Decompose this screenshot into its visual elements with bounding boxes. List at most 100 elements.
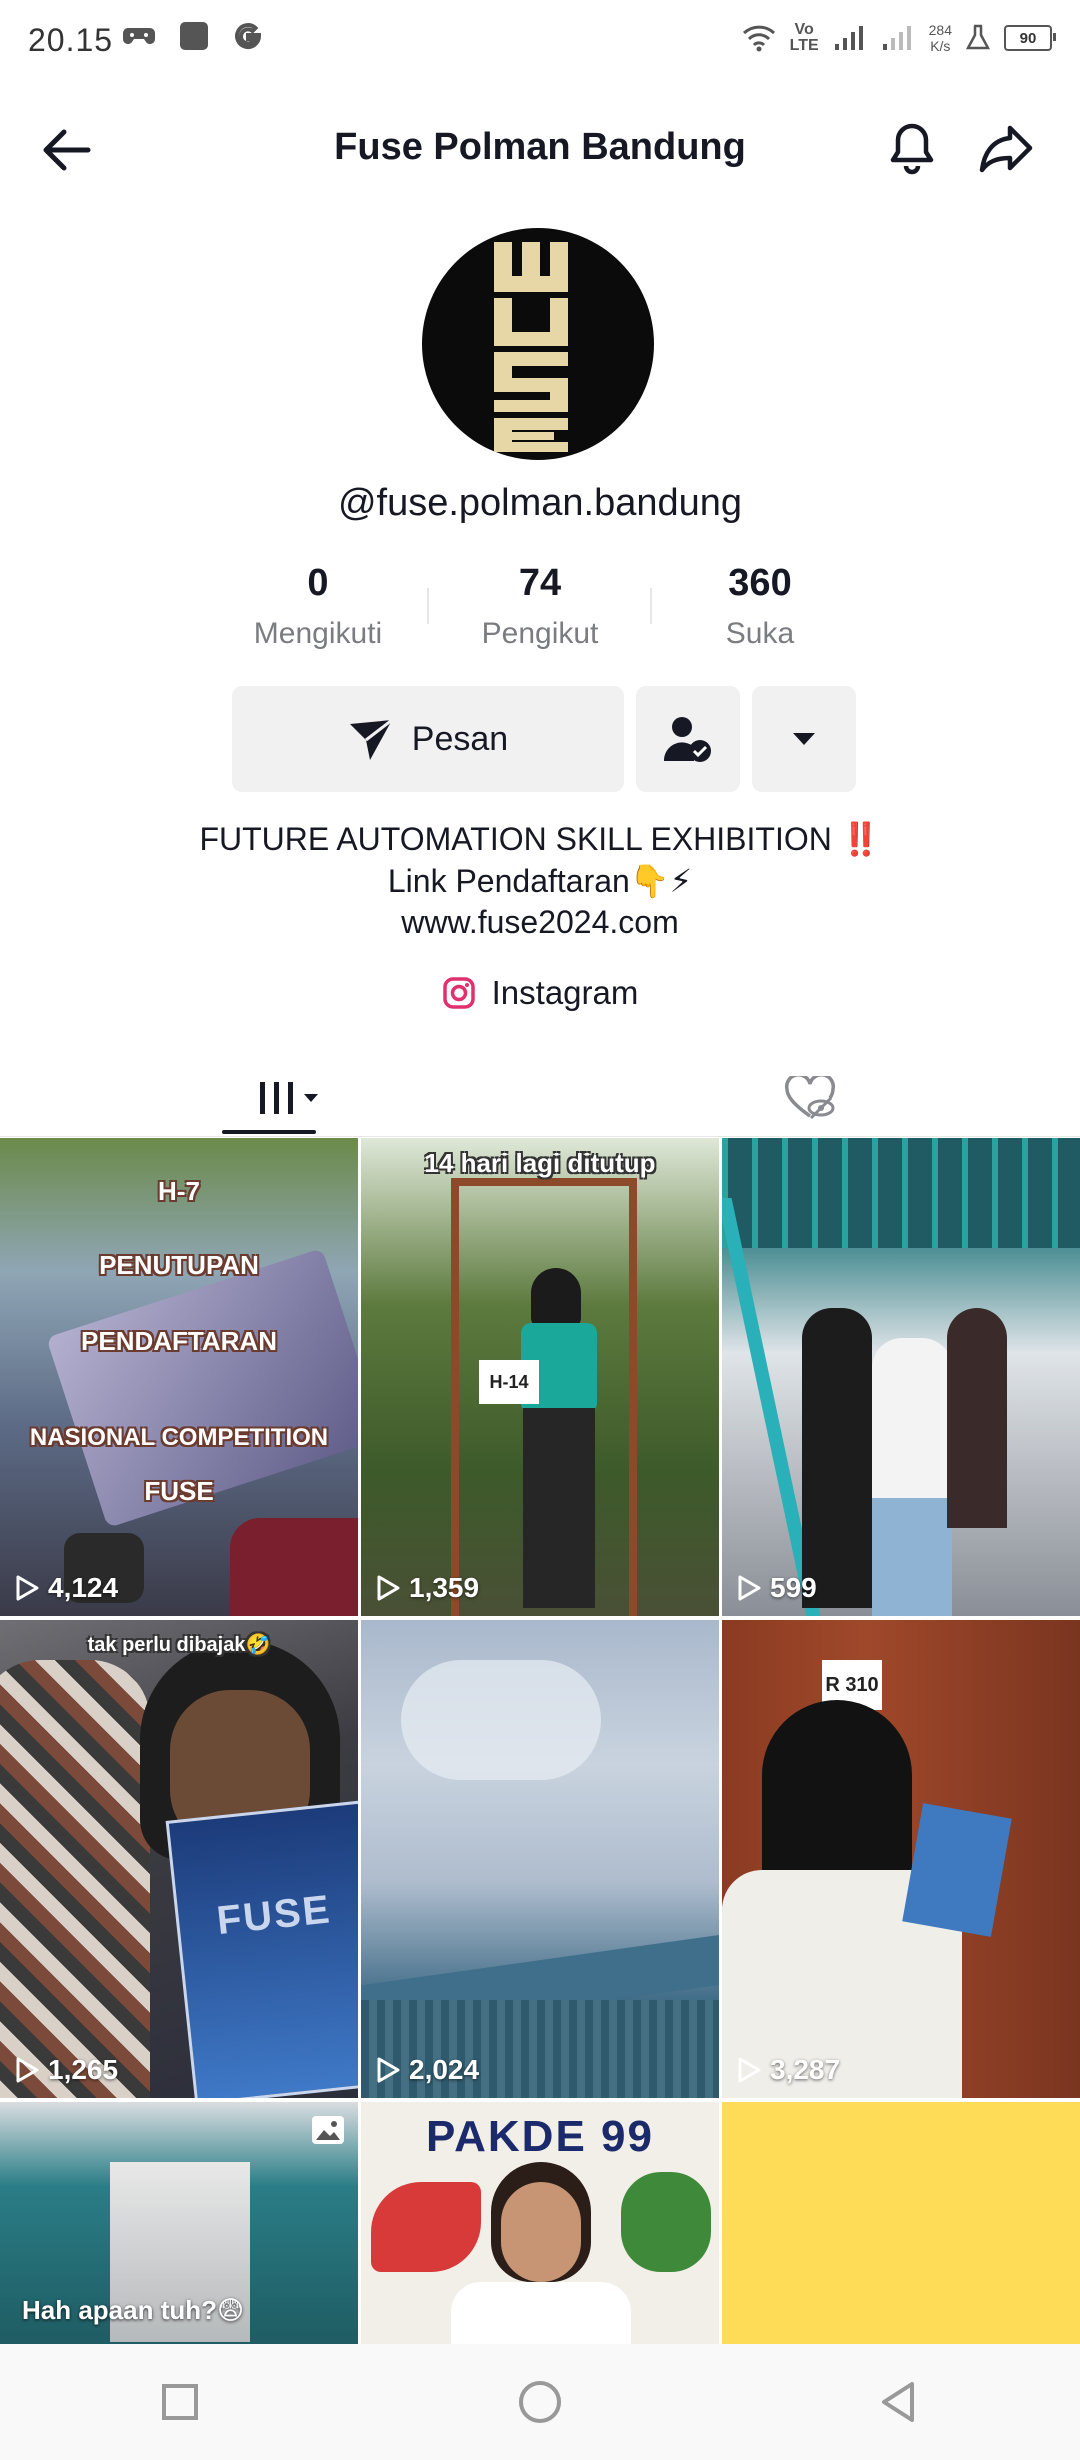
thumbnail-arm	[230, 1518, 358, 1616]
game-controller-icon	[123, 28, 155, 44]
stat-likes[interactable]: 360 Suka	[660, 562, 860, 651]
view-count: 2,024	[375, 2054, 479, 2086]
thumbnail-railing	[722, 1138, 1080, 1248]
video-caption: PENUTUPAN	[99, 1250, 259, 1280]
view-count: 4,124	[14, 1572, 118, 1604]
stat-divider	[427, 588, 429, 624]
signal-weak-icon	[882, 26, 911, 50]
bell-icon	[890, 123, 934, 175]
back-triangle-icon	[882, 2382, 914, 2422]
thumbnail-poster	[902, 1803, 1012, 1937]
bio-line: FUTURE AUTOMATION SKILL EXHIBITION ‼️	[199, 821, 881, 857]
video-caption: H-7	[158, 1176, 200, 1206]
notification-button[interactable]	[882, 118, 942, 178]
username: @fuse.polman.bandung	[337, 482, 743, 524]
view-count: 3,287	[736, 2054, 840, 2086]
play-icon	[16, 2057, 39, 2083]
thumbnail-person-head	[531, 1268, 581, 1328]
play-icon	[738, 2057, 761, 2083]
signal-icon	[834, 26, 863, 50]
liked-hidden-icon	[784, 1076, 836, 1120]
instagram-icon	[442, 977, 475, 1009]
stat-value: 74	[518, 562, 562, 604]
video-tile[interactable]: Hah apaan tuh?😨	[0, 2102, 358, 2344]
video-caption: 14 hari lagi ditutup	[424, 1148, 656, 1178]
home-button[interactable]	[505, 2367, 575, 2437]
stat-followers[interactable]: 74 Pengikut	[440, 562, 640, 651]
system-nav-bar	[0, 2344, 1080, 2460]
volte-indicator: Vo LTE	[789, 21, 819, 54]
video-tile[interactable]: H-14 14 hari lagi ditutup 1,359	[361, 1138, 719, 1616]
thumbnail-person	[947, 1308, 1007, 1528]
view-count: 599	[736, 1572, 817, 1604]
stat-divider	[650, 588, 652, 624]
thumbnail-fish	[371, 2182, 481, 2272]
instagram-label: Instagram	[491, 974, 639, 1011]
stat-value: 0	[307, 562, 329, 604]
thumbnail-cloud	[401, 1660, 601, 1780]
sign-board: H-14	[479, 1360, 539, 1404]
wifi-icon	[742, 25, 775, 52]
tab-separator	[0, 1136, 1080, 1137]
recents-button[interactable]	[145, 2367, 215, 2437]
poster-text: FUSE	[214, 1887, 334, 1944]
back-nav-button[interactable]	[865, 2367, 935, 2437]
video-caption: PENDAFTARAN	[81, 1326, 277, 1356]
video-tile[interactable]: 2,024	[361, 1620, 719, 2098]
recents-square-icon	[162, 2384, 198, 2420]
home-circle-icon	[519, 2381, 561, 2423]
thumbnail-person-left	[0, 1660, 150, 2098]
video-tile[interactable]: H-7 PENUTUPAN PENDAFTARAN NASIONAL COMPE…	[0, 1138, 358, 1616]
stat-label: Mengikuti	[253, 617, 383, 650]
video-tile[interactable]: PAKDE 99	[361, 2102, 719, 2344]
avatar[interactable]	[422, 228, 654, 460]
share-icon	[979, 125, 1033, 173]
send-icon	[349, 718, 393, 760]
play-icon	[377, 1575, 400, 1601]
fuse-logo	[494, 242, 568, 452]
following-status-button[interactable]	[636, 686, 740, 792]
chevron-down-icon	[793, 733, 815, 745]
stat-following[interactable]: 0 Mengikuti	[218, 562, 418, 651]
tab-indicator	[222, 1130, 316, 1134]
video-tile[interactable]: R 310 3,287	[722, 1620, 1080, 2098]
video-tile[interactable]: FUSE tak perlu dibajak🤣 1,265	[0, 1620, 358, 2098]
view-count: 1,265	[14, 2054, 118, 2086]
instagram-link[interactable]: Instagram	[0, 974, 1080, 1012]
network-speed: 284 K/s	[928, 22, 952, 54]
photo-icon	[312, 2116, 344, 2144]
thumbnail-jeans	[872, 1498, 952, 1616]
square-app-icon	[180, 22, 208, 50]
thumbnail-person-legs	[523, 1408, 595, 1608]
videos-grid-icon	[260, 1082, 318, 1114]
google-g-icon	[235, 23, 262, 50]
tab-videos[interactable]	[220, 1060, 360, 1136]
play-icon	[16, 1575, 39, 1601]
thumbnail-shirt	[451, 2282, 631, 2344]
view-count: 1,359	[375, 1572, 479, 1604]
video-caption: NASIONAL COMPETITION	[29, 1424, 329, 1451]
stat-label: Suka	[725, 617, 795, 650]
stat-label: Pengikut	[481, 617, 599, 650]
bio-link[interactable]: www.fuse2024.com	[0, 904, 1080, 941]
profile-header: Fuse Polman Bandung	[0, 98, 1080, 198]
user-check-icon	[663, 717, 711, 762]
status-time: 20.15	[28, 22, 114, 58]
thumbnail-person	[802, 1308, 872, 1608]
video-grid: H-7 PENUTUPAN PENDAFTARAN NASIONAL COMPE…	[0, 1138, 1080, 2344]
video-tile[interactable]: 599	[722, 1138, 1080, 1616]
share-button[interactable]	[976, 118, 1036, 178]
video-tile[interactable]	[722, 2102, 1080, 2344]
thumbnail-fish	[621, 2172, 711, 2272]
bio-line: Link Pendaftaran👇⚡	[387, 863, 693, 899]
message-button[interactable]: Pesan	[232, 686, 624, 792]
message-button-label: Pesan	[411, 719, 509, 758]
flask-icon	[966, 24, 990, 50]
battery-icon: 90	[1004, 25, 1056, 51]
video-caption: tak perlu dibajak🤣	[87, 1634, 271, 1656]
thumbnail-poster: FUSE	[165, 1800, 358, 2098]
more-options-button[interactable]	[752, 686, 856, 792]
stat-value: 360	[728, 562, 792, 604]
tab-liked[interactable]	[770, 1060, 850, 1136]
thumbnail-face	[501, 2182, 581, 2282]
